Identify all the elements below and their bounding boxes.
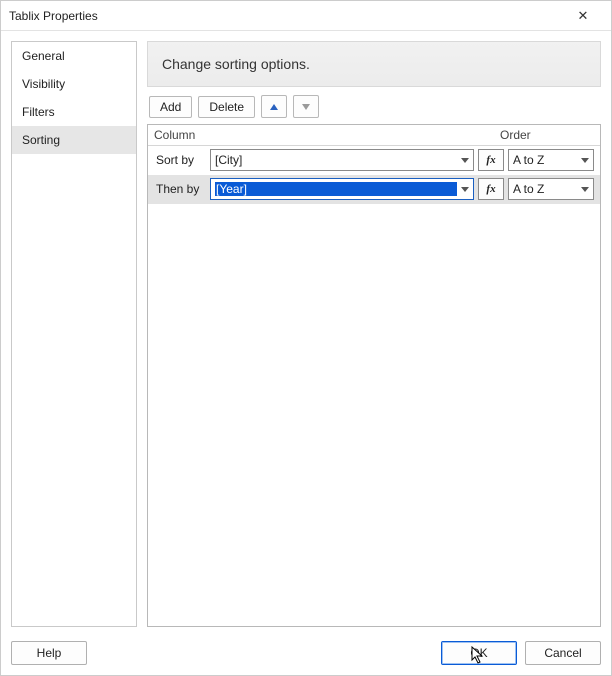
sort-grid: Column Order Sort by [City] fx — [147, 124, 601, 627]
main-panel: Change sorting options. Add Delete Colum… — [147, 41, 601, 627]
sidebar-item-label: Sorting — [22, 133, 60, 147]
row-label: Then by — [154, 182, 206, 196]
move-down-button[interactable] — [293, 95, 319, 118]
sidebar-item-label: Visibility — [22, 77, 65, 91]
toolbar: Add Delete — [147, 87, 601, 124]
row-label: Sort by — [154, 153, 206, 167]
sort-column-combo[interactable]: [City] — [210, 149, 474, 171]
sidebar-item-visibility[interactable]: Visibility — [12, 70, 136, 98]
chevron-down-icon — [461, 158, 469, 163]
dialog-window: Tablix Properties ✕ General Visibility F… — [0, 0, 612, 676]
order-combo[interactable]: A to Z — [508, 178, 594, 200]
sort-row[interactable]: Sort by [City] fx A to Z — [148, 146, 600, 175]
panel-header: Change sorting options. — [147, 41, 601, 87]
sort-column-combo[interactable]: [Year] — [210, 178, 474, 200]
sidebar-item-label: Filters — [22, 105, 55, 119]
chevron-down-icon — [581, 187, 589, 192]
order-header: Order — [500, 128, 594, 142]
fx-icon: fx — [486, 154, 495, 166]
order-value: A to Z — [513, 182, 581, 196]
arrow-up-icon — [270, 104, 278, 110]
close-button[interactable]: ✕ — [563, 8, 603, 24]
help-button[interactable]: Help — [11, 641, 87, 665]
dialog-body: General Visibility Filters Sorting Chang… — [1, 31, 611, 633]
order-value: A to Z — [513, 153, 581, 167]
combo-value: [City] — [215, 153, 457, 167]
column-header: Column — [154, 128, 500, 142]
dialog-footer: Help OK Cancel — [1, 633, 611, 675]
sidebar-item-sorting[interactable]: Sorting — [12, 126, 136, 154]
delete-button[interactable]: Delete — [198, 96, 255, 118]
expression-button[interactable]: fx — [478, 149, 504, 171]
cancel-button[interactable]: Cancel — [525, 641, 601, 665]
order-combo[interactable]: A to Z — [508, 149, 594, 171]
titlebar: Tablix Properties ✕ — [1, 1, 611, 31]
ok-button[interactable]: OK — [441, 641, 517, 665]
combo-value: [Year] — [215, 182, 457, 196]
close-icon: ✕ — [578, 8, 589, 23]
grid-body: Sort by [City] fx A to Z — [148, 146, 600, 626]
sidebar-item-filters[interactable]: Filters — [12, 98, 136, 126]
chevron-down-icon — [581, 158, 589, 163]
move-up-button[interactable] — [261, 95, 287, 118]
panel-title: Change sorting options. — [162, 56, 310, 72]
add-button[interactable]: Add — [149, 96, 192, 118]
window-title: Tablix Properties — [9, 9, 563, 23]
arrow-down-icon — [302, 104, 310, 110]
sidebar-item-label: General — [22, 49, 65, 63]
fx-icon: fx — [486, 183, 495, 195]
sidebar: General Visibility Filters Sorting — [11, 41, 137, 627]
sidebar-item-general[interactable]: General — [12, 42, 136, 70]
grid-header: Column Order — [148, 125, 600, 146]
expression-button[interactable]: fx — [478, 178, 504, 200]
chevron-down-icon — [461, 187, 469, 192]
sort-row[interactable]: Then by [Year] fx A to Z — [148, 175, 600, 204]
